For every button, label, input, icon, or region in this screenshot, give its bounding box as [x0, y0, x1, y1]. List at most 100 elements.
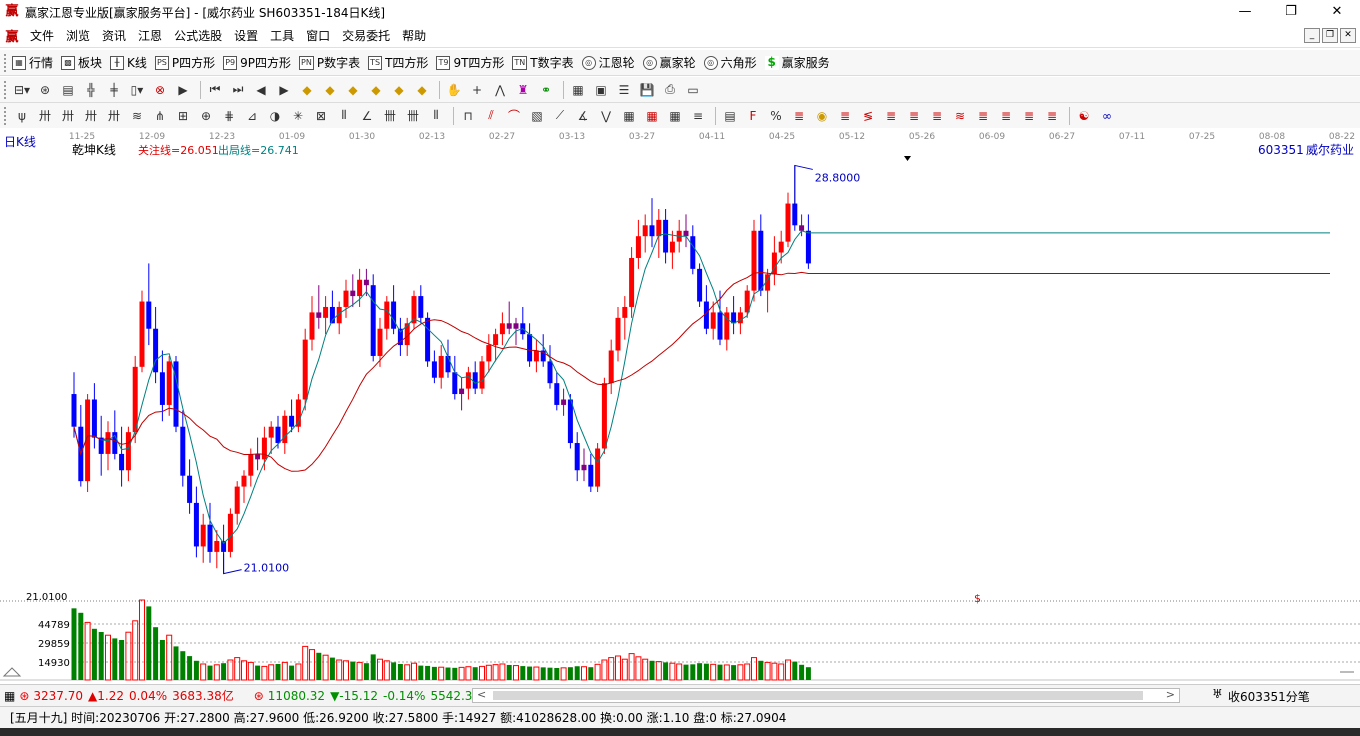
close-button[interactable]: ✕	[1314, 0, 1360, 24]
level-6-icon[interactable]: ≣	[927, 106, 947, 126]
level-4-icon[interactable]: ≣	[881, 106, 901, 126]
cycle-tool-icon[interactable]: ◑	[265, 106, 285, 126]
toolbar-grip[interactable]	[4, 53, 10, 72]
pattern-icon[interactable]: ⊗	[150, 80, 170, 100]
diamond-1-icon[interactable]: ◆	[297, 80, 317, 100]
document-icon[interactable]: ▤	[58, 80, 78, 100]
diamond-4-icon[interactable]: ◆	[366, 80, 386, 100]
level-5-icon[interactable]: ≣	[904, 106, 924, 126]
toolbar-grip[interactable]	[4, 106, 10, 125]
toolbar-winner-service-button[interactable]: $ 赢家服务	[764, 54, 830, 71]
toolbar-p-square-button[interactable]: PS P四方形	[154, 54, 215, 71]
gann-tool-icon[interactable]: ⊛	[35, 80, 55, 100]
angle-line-icon[interactable]: ∡	[573, 106, 593, 126]
calendar-icon[interactable]: ▦	[568, 80, 588, 100]
kline-style-icon[interactable]: ╬	[81, 80, 101, 100]
grid-c-icon[interactable]: ▦	[665, 106, 685, 126]
menu-window[interactable]: 窗口	[300, 24, 336, 48]
level-3-icon[interactable]: ≶	[858, 106, 878, 126]
level-8-icon[interactable]: ≣	[973, 106, 993, 126]
toolbar-p-number-table-button[interactable]: PN P数字表	[299, 54, 360, 71]
star-tool-icon[interactable]: ✳	[288, 106, 308, 126]
yinyang-icon[interactable]: ☯	[1074, 106, 1094, 126]
grid-a-icon[interactable]: ▦	[619, 106, 639, 126]
menu-formula-select[interactable]: 公式选股	[168, 24, 228, 48]
grid-tool-1-icon[interactable]: 卅	[35, 106, 55, 126]
menu-help[interactable]: 帮助	[396, 24, 432, 48]
box-tool-icon[interactable]: ⊠	[311, 106, 331, 126]
scroll-left-icon[interactable]: <	[477, 688, 486, 701]
menu-gann[interactable]: 江恩	[132, 24, 168, 48]
print-icon[interactable]: ⎙	[660, 80, 680, 100]
circle-tool-icon[interactable]: ⊕	[196, 106, 216, 126]
menu-settings[interactable]: 设置	[228, 24, 264, 48]
eraser-icon[interactable]: ♜	[513, 80, 533, 100]
toolbar-quotes-button[interactable]: ▦ 行情	[12, 54, 53, 71]
line-tool-icon[interactable]: ⟋	[550, 106, 570, 126]
prev-icon[interactable]: ◀	[251, 80, 271, 100]
menu-browse[interactable]: 浏览	[60, 24, 96, 48]
bars-tool-icon[interactable]: ⦀	[334, 106, 354, 126]
menu-file[interactable]: 文件	[24, 24, 60, 48]
level-7-icon[interactable]: ≋	[950, 106, 970, 126]
kline-chart-area[interactable]: 11-25 12-09 12-23 01-09 01-30 02-13 02-27 03-13…	[0, 128, 1360, 684]
layout-dropdown-icon[interactable]: ⊟▾	[12, 80, 32, 100]
crosshair-icon[interactable]: +	[467, 80, 487, 100]
scrollbar-thumb[interactable]	[493, 691, 1143, 700]
toolbar-t-square-button[interactable]: TS T四方形	[368, 54, 428, 71]
diamond-6-icon[interactable]: ◆	[412, 80, 432, 100]
save-icon[interactable]: 💾	[637, 80, 657, 100]
lines-tool-icon[interactable]: ≡	[688, 106, 708, 126]
grid-tool-3-icon[interactable]: 卅	[81, 106, 101, 126]
level-10-icon[interactable]: ≣	[1019, 106, 1039, 126]
fan-tool-icon[interactable]: ⋔	[150, 106, 170, 126]
grid-view-icon[interactable]: ▦	[4, 689, 15, 703]
grid-tool-7-icon[interactable]: 卌	[403, 106, 423, 126]
toolbar-winner-wheel-button[interactable]: ◎ 赢家轮	[642, 54, 696, 71]
toolbar-9p-square-button[interactable]: P9 9P四方形	[223, 54, 291, 71]
scroll-right-icon[interactable]: >	[1166, 688, 1175, 701]
grid-tool-5-icon[interactable]: ⊞	[173, 106, 193, 126]
fib-icon[interactable]: F	[743, 106, 763, 126]
toolbar-gann-wheel-button[interactable]: ◎ 江恩轮	[581, 54, 635, 71]
coin-icon[interactable]: ◉	[812, 106, 832, 126]
candle-dropdown-icon[interactable]: ▯▾	[127, 80, 147, 100]
menu-info[interactable]: 资讯	[96, 24, 132, 48]
table-icon[interactable]: ▤	[720, 106, 740, 126]
channel-tool-icon[interactable]: ⋕	[219, 106, 239, 126]
indicator-icon[interactable]: ▶	[173, 80, 193, 100]
hatch-tool-icon[interactable]: ▧	[527, 106, 547, 126]
list-icon[interactable]: ☰	[614, 80, 634, 100]
link-icon[interactable]: ⚭	[536, 80, 556, 100]
toolbar-kline-button[interactable]: ╫ K线	[110, 54, 147, 71]
bars-tool-2-icon[interactable]: ⦀	[426, 106, 446, 126]
angle-tool-icon[interactable]: ∠	[357, 106, 377, 126]
level-2-icon[interactable]: ≣	[835, 106, 855, 126]
fork-icon[interactable]: ψ	[12, 106, 32, 126]
diamond-2-icon[interactable]: ◆	[320, 80, 340, 100]
maximize-button[interactable]: ❐	[1268, 0, 1314, 24]
arc-tool-icon[interactable]: ⌒	[504, 106, 524, 126]
mdi-minimize-button[interactable]: _	[1304, 28, 1320, 43]
toolbar-sector-button[interactable]: ▩ 板块	[61, 54, 102, 71]
level-1-icon[interactable]: ≣	[789, 106, 809, 126]
window-icon[interactable]: ▭	[683, 80, 703, 100]
bar-style-icon[interactable]: ╪	[104, 80, 124, 100]
tick-data-label[interactable]: 收603351分笔	[1228, 688, 1310, 705]
grid-tool-6-icon[interactable]: 卌	[380, 106, 400, 126]
scroll-up-icon[interactable]	[2, 667, 22, 677]
grid-tool-2-icon[interactable]: 卅	[58, 106, 78, 126]
next-icon[interactable]: ▶	[274, 80, 294, 100]
first-page-icon[interactable]: ⏮	[205, 80, 225, 100]
menu-tools[interactable]: 工具	[264, 24, 300, 48]
grid-tool-4-icon[interactable]: 卅	[104, 106, 124, 126]
percent-icon[interactable]: %	[766, 106, 786, 126]
level-9-icon[interactable]: ≣	[996, 106, 1016, 126]
triangle-tool-icon[interactable]: ⊿	[242, 106, 262, 126]
infinity-icon[interactable]: ∞	[1097, 106, 1117, 126]
toolbar-hexagon-button[interactable]: ◎ 六角形	[703, 54, 757, 71]
vline-tool-icon[interactable]: ⋁	[596, 106, 616, 126]
slash-tool-icon[interactable]: ⫽	[481, 106, 501, 126]
minimize-button[interactable]: —	[1222, 0, 1268, 24]
wave-tool-icon[interactable]: ≋	[127, 106, 147, 126]
